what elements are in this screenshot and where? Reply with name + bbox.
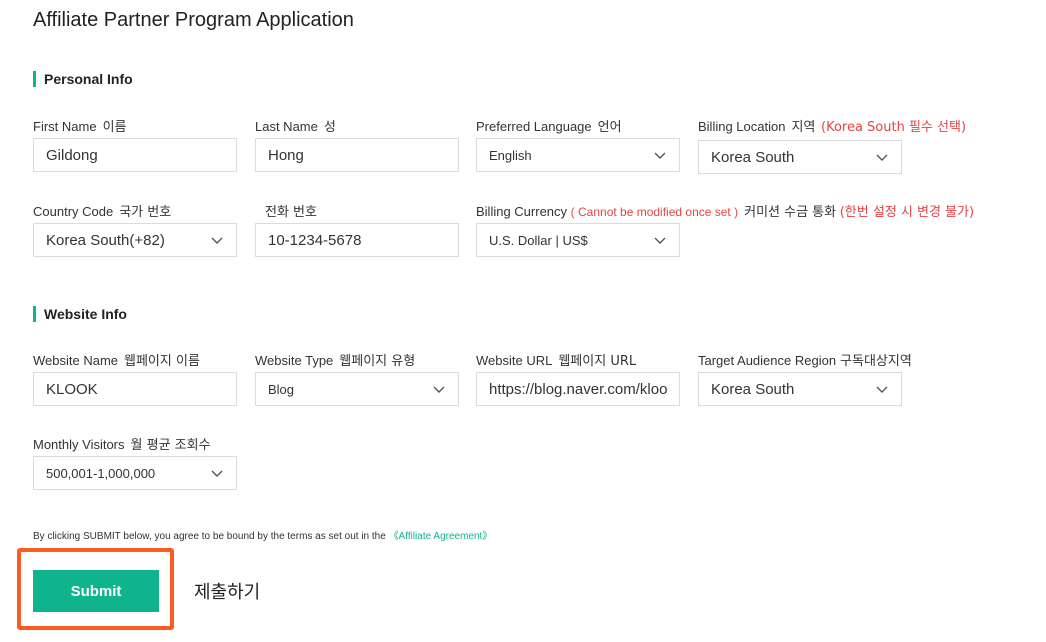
website-url-value: https://blog.naver.com/kloo bbox=[489, 380, 668, 398]
billing-location-label: Billing Location bbox=[698, 119, 786, 134]
terms-notice: By clicking SUBMIT below, you agree to b… bbox=[33, 527, 492, 542]
country-code-field: Country Code 국가 번호 Korea South(+82) bbox=[33, 201, 237, 257]
chevron-down-icon bbox=[654, 237, 666, 244]
billing-location-field: Billing Location 지역 (Korea South 필수 선택) K… bbox=[698, 116, 966, 174]
target-region-label-ko: 구독대상지역 bbox=[840, 354, 912, 369]
submit-note: 제출하기 bbox=[194, 582, 261, 603]
submit-button[interactable]: Submit bbox=[33, 570, 159, 612]
monthly-visitors-label: Monthly Visitors bbox=[33, 437, 125, 452]
website-name-label-ko: 웹페이지 이름 bbox=[124, 354, 200, 369]
country-code-value: Korea South(+82) bbox=[46, 231, 165, 249]
website-type-label: Website Type bbox=[255, 353, 334, 368]
website-type-field: Website Type 웹페이지 유형 Blog bbox=[255, 350, 459, 406]
first-name-label-ko: 이름 bbox=[102, 120, 127, 135]
chevron-down-icon bbox=[654, 152, 666, 159]
section-website-info: Website Info bbox=[33, 306, 127, 322]
affiliate-agreement-link[interactable]: 《Affiliate Agreement》 bbox=[389, 531, 493, 542]
phone-label-ko: 전화 번호 bbox=[265, 205, 317, 220]
language-label-ko: 언어 bbox=[597, 120, 622, 135]
website-url-input[interactable]: https://blog.naver.com/kloo bbox=[476, 372, 680, 406]
billing-location-label-ko: 지역 bbox=[791, 120, 816, 135]
website-name-value: KLOOK bbox=[46, 380, 98, 398]
section-title: Personal Info bbox=[44, 71, 133, 87]
chevron-down-icon bbox=[211, 470, 223, 477]
website-url-label-ko: 웹페이지 URL bbox=[558, 354, 637, 369]
last-name-label: Last Name bbox=[255, 119, 318, 134]
monthly-visitors-value: 500,001-1,000,000 bbox=[46, 465, 156, 481]
first-name-label: First Name bbox=[33, 119, 97, 134]
currency-select[interactable]: U.S. Dollar | US$ bbox=[476, 223, 680, 257]
first-name-field: First Name 이름 Gildong bbox=[33, 116, 237, 172]
phone-input[interactable]: 10-1234-5678 bbox=[255, 223, 459, 257]
website-type-value: Blog bbox=[268, 381, 295, 397]
first-name-value: Gildong bbox=[46, 146, 98, 164]
chevron-down-icon bbox=[211, 237, 223, 244]
language-select[interactable]: English bbox=[476, 138, 680, 172]
monthly-visitors-select[interactable]: 500,001-1,000,000 bbox=[33, 456, 237, 490]
currency-label: Billing Currency bbox=[476, 204, 568, 219]
website-name-field: Website Name 웹페이지 이름 KLOOK bbox=[33, 350, 237, 406]
website-type-label-ko: 웹페이지 유형 bbox=[339, 354, 416, 369]
currency-label-ko: 커미션 수금 통화 bbox=[744, 205, 837, 220]
section-personal-info: Personal Info bbox=[33, 71, 133, 87]
website-name-input[interactable]: KLOOK bbox=[33, 372, 237, 406]
monthly-visitors-label-ko: 월 평균 조회수 bbox=[130, 438, 211, 453]
website-name-label: Website Name bbox=[33, 353, 119, 368]
last-name-value: Hong bbox=[268, 146, 304, 164]
currency-value: U.S. Dollar | US$ bbox=[489, 232, 588, 248]
currency-note-en: ( Cannot be modified once set ) bbox=[570, 205, 739, 219]
chevron-down-icon bbox=[876, 386, 888, 393]
target-region-label: Target Audience Region bbox=[698, 353, 837, 368]
country-code-select[interactable]: Korea South(+82) bbox=[33, 223, 237, 257]
section-marker bbox=[33, 71, 36, 87]
section-title: Website Info bbox=[44, 306, 127, 322]
language-value: English bbox=[489, 147, 532, 163]
first-name-input[interactable]: Gildong bbox=[33, 138, 237, 172]
target-region-field: Target Audience Region 구독대상지역 Korea South bbox=[698, 350, 912, 406]
website-type-select[interactable]: Blog bbox=[255, 372, 459, 406]
language-label: Preferred Language bbox=[476, 119, 592, 134]
chevron-down-icon bbox=[433, 386, 445, 393]
terms-text: By clicking SUBMIT below, you agree to b… bbox=[33, 531, 389, 542]
target-region-select[interactable]: Korea South bbox=[698, 372, 902, 406]
page-title: Affiliate Partner Program Application bbox=[33, 9, 354, 31]
last-name-label-ko: 성 bbox=[323, 120, 336, 135]
country-code-label: Country Code bbox=[33, 204, 114, 219]
billing-location-select[interactable]: Korea South bbox=[698, 140, 902, 174]
target-region-value: Korea South bbox=[711, 380, 795, 398]
currency-field: Billing Currency ( Cannot be modified on… bbox=[476, 201, 974, 257]
last-name-input[interactable]: Hong bbox=[255, 138, 459, 172]
chevron-down-icon bbox=[876, 154, 888, 161]
website-url-label: Website URL bbox=[476, 353, 553, 368]
language-field: Preferred Language 언어 English bbox=[476, 116, 680, 172]
website-url-field: Website URL 웹페이지 URL https://blog.naver.c… bbox=[476, 350, 680, 406]
section-marker bbox=[33, 306, 36, 322]
billing-location-note: (Korea South 필수 선택) bbox=[821, 120, 967, 135]
monthly-visitors-field: Monthly Visitors 월 평균 조회수 500,001-1,000,0… bbox=[33, 434, 237, 490]
billing-location-value: Korea South bbox=[711, 148, 795, 166]
country-code-label-ko: 국가 번호 bbox=[119, 205, 172, 220]
last-name-field: Last Name 성 Hong bbox=[255, 116, 459, 172]
phone-value: 10-1234-5678 bbox=[268, 231, 362, 249]
phone-field: 전화 번호 10-1234-5678 bbox=[255, 201, 459, 257]
currency-note-ko: (한번 설정 시 변경 불가) bbox=[839, 205, 975, 220]
